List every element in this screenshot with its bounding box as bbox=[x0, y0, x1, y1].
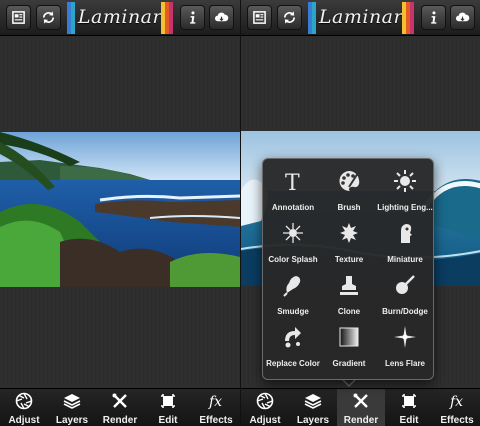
document-button[interactable] bbox=[247, 5, 272, 30]
nav-render[interactable]: Render bbox=[337, 389, 385, 426]
logo-text: Laminar bbox=[318, 6, 404, 28]
tool-miniature[interactable]: Miniature bbox=[377, 221, 433, 273]
nav-edit[interactable]: Edit bbox=[144, 389, 192, 426]
document-icon bbox=[253, 11, 266, 24]
nav-adjust-label: Adjust bbox=[8, 415, 40, 426]
nav-adjust[interactable]: Adjust bbox=[0, 389, 48, 426]
tool-texture[interactable]: Texture bbox=[321, 221, 377, 273]
layers-icon bbox=[304, 394, 322, 409]
tool-label: Brush bbox=[337, 203, 361, 212]
cloud-icon bbox=[455, 12, 470, 22]
leaves-icon bbox=[340, 223, 358, 243]
nav-render-label: Render bbox=[343, 415, 379, 426]
nav-render-label: Render bbox=[102, 415, 138, 426]
nav-effects-label: Effects bbox=[199, 415, 233, 426]
refresh-icon bbox=[42, 11, 55, 24]
sun-icon bbox=[394, 170, 416, 192]
tool-label: Lighting Eng... bbox=[377, 203, 433, 212]
bottom-nav: Adjust Layers Render Edit fx Effects bbox=[0, 388, 240, 426]
refresh-button[interactable] bbox=[277, 5, 302, 30]
tool-label: Annotation bbox=[271, 203, 315, 212]
nav-effects[interactable]: fx Effects bbox=[192, 389, 240, 426]
refresh-icon bbox=[283, 11, 296, 24]
stamp-icon bbox=[340, 276, 358, 295]
tool-label: Burn/Dodge bbox=[382, 307, 428, 316]
info-button[interactable] bbox=[421, 5, 446, 30]
nav-layers[interactable]: Layers bbox=[289, 389, 337, 426]
tool-label: Color Splash bbox=[268, 255, 318, 264]
aperture-icon bbox=[15, 392, 33, 410]
palette-icon bbox=[339, 170, 360, 192]
tool-color-splash[interactable]: Color Splash bbox=[265, 221, 321, 273]
crop-icon bbox=[402, 394, 416, 408]
nav-adjust[interactable]: Adjust bbox=[241, 389, 289, 426]
svg-text:T: T bbox=[285, 171, 300, 193]
gradient-icon bbox=[339, 327, 359, 347]
tool-label: Miniature bbox=[387, 255, 423, 264]
tool-brush[interactable]: Brush bbox=[321, 169, 377, 221]
nav-edit-label: Edit bbox=[399, 415, 419, 426]
replace-icon bbox=[285, 327, 301, 348]
fx-icon: fx bbox=[449, 394, 463, 410]
aperture-icon bbox=[256, 392, 274, 410]
bottom-nav: Adjust Layers Render Edit fx Effects bbox=[241, 388, 480, 426]
cloud-button[interactable] bbox=[209, 5, 234, 30]
tool-lighting-engine[interactable]: Lighting Eng... bbox=[377, 169, 433, 221]
fx-icon: fx bbox=[208, 394, 222, 410]
svg-text:fx: fx bbox=[449, 394, 463, 410]
tool-label: Texture bbox=[334, 255, 364, 264]
top-toolbar: Laminar bbox=[241, 0, 480, 36]
document-button[interactable] bbox=[6, 5, 31, 30]
tool-clone[interactable]: Clone bbox=[321, 273, 377, 325]
nav-layers-label: Layers bbox=[55, 415, 89, 426]
nav-layers[interactable]: Layers bbox=[48, 389, 96, 426]
text-t-icon: T bbox=[285, 171, 300, 196]
nav-layers-label: Layers bbox=[296, 415, 330, 426]
logo-text: Laminar bbox=[77, 6, 163, 28]
cloud-button[interactable] bbox=[450, 5, 475, 30]
refresh-button[interactable] bbox=[36, 5, 61, 30]
svg-text:fx: fx bbox=[208, 394, 222, 410]
nav-effects-label: Effects bbox=[440, 415, 474, 426]
left-screen: Laminar Adjust Layers Render Edit fx Eff… bbox=[0, 0, 240, 426]
tool-smudge[interactable]: Smudge bbox=[265, 273, 321, 325]
nav-render[interactable]: Render bbox=[96, 389, 144, 426]
crop-icon bbox=[161, 394, 175, 408]
nav-effects[interactable]: fx Effects bbox=[433, 389, 480, 426]
top-toolbar: Laminar bbox=[0, 0, 240, 36]
tool-lens-flare[interactable]: Lens Flare bbox=[377, 325, 433, 377]
tool-annotation[interactable]: T Annotation bbox=[265, 169, 321, 221]
canvas-photo[interactable] bbox=[0, 132, 240, 287]
tool-replace-color[interactable]: Replace Color bbox=[265, 325, 321, 377]
tool-label: Gradient bbox=[332, 359, 366, 368]
tool-label: Replace Color bbox=[266, 359, 320, 368]
dodge-icon bbox=[396, 275, 415, 294]
coast-photo bbox=[0, 132, 240, 287]
tool-label: Lens Flare bbox=[384, 359, 425, 368]
nav-edit-label: Edit bbox=[158, 415, 178, 426]
info-button[interactable] bbox=[180, 5, 205, 30]
tool-gradient[interactable]: Gradient bbox=[321, 325, 377, 377]
nav-adjust-label: Adjust bbox=[249, 415, 281, 426]
smudge-icon bbox=[283, 276, 301, 297]
tools-icon bbox=[112, 393, 127, 408]
app-logo: Laminar bbox=[67, 2, 173, 34]
tool-label: Clone bbox=[337, 307, 361, 316]
miniature-icon bbox=[401, 224, 412, 243]
info-icon bbox=[190, 11, 196, 24]
tool-burn-dodge[interactable]: Burn/Dodge bbox=[377, 273, 433, 325]
cloud-icon bbox=[214, 12, 229, 22]
layers-icon bbox=[63, 394, 81, 409]
app-logo: Laminar bbox=[308, 2, 414, 34]
tool-label: Smudge bbox=[277, 307, 309, 316]
info-icon bbox=[431, 11, 437, 24]
render-tools-popup: T Annotation Brush Lighting Eng... Color… bbox=[262, 158, 434, 380]
burst-icon bbox=[283, 223, 303, 243]
document-icon bbox=[12, 11, 25, 24]
flare-icon bbox=[394, 326, 416, 348]
tools-icon bbox=[353, 393, 368, 408]
nav-edit[interactable]: Edit bbox=[385, 389, 433, 426]
